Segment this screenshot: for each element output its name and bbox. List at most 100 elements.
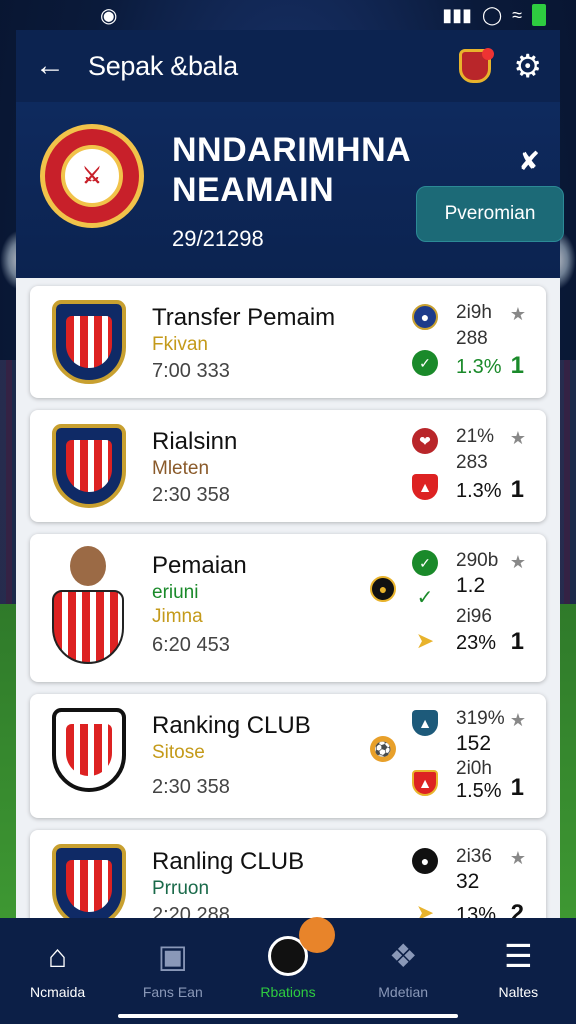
share-icon[interactable]: ✘ (518, 146, 540, 177)
card-subtitle: Fkivan (152, 334, 208, 355)
card-stat: 288 (456, 328, 488, 349)
card-stat: 2i0h (456, 758, 492, 779)
hero-title: NNDARIMHNA NEAMAIN (172, 130, 411, 210)
list-item[interactable]: Ranking CLUB Sitose 2:30 358 ⚽ ▲ ▲ 319% … (30, 694, 546, 818)
nav-label: Naltes (498, 984, 539, 1000)
hero-title-line2: NEAMAIN (172, 171, 335, 209)
card-stat: 152 (456, 732, 492, 755)
card-rank: 2 (510, 900, 524, 920)
check-icon: ✓ (412, 350, 438, 376)
home-icon: ⌂ (47, 938, 68, 974)
list-item[interactable]: Pemaian eriuni Jimna 6:20 453 ● ✓ ✓ ➤ 29… (30, 534, 546, 682)
list-item[interactable]: Rialsinn Mleten 2:30 358 ❤ ▲ 21% 283 1.3… (30, 410, 546, 522)
heart-icon: ❤ (412, 428, 438, 454)
ball-icon: ⚽ (370, 736, 396, 762)
card-percentage: 1.3% (456, 356, 502, 378)
card-subtitle: Prruon (152, 878, 210, 899)
star-icon[interactable]: ★ (510, 552, 526, 573)
ball-icon (267, 917, 335, 976)
card-title: Rialsinn (152, 428, 238, 455)
club-crest-icon (52, 708, 126, 792)
card-time: 6:20 453 (152, 634, 230, 656)
home-indicator[interactable] (118, 1014, 458, 1018)
app-title: Sepak &bala (88, 50, 238, 81)
list-item[interactable]: Transfer Pemaim Fkivan 7:00 333 ● ✓ 2i9h… (30, 286, 546, 398)
card-subtitle: Sitose (152, 742, 205, 763)
nav-label: Mdetian (378, 984, 429, 1000)
card-stat: 21% (456, 426, 495, 447)
card-subtitle-2: Jimna (152, 606, 203, 627)
card-rank: 1 (510, 352, 524, 379)
card-stat: 2i36 (456, 846, 492, 867)
battery-icon (532, 4, 546, 26)
sync-icon: ◯ (481, 4, 503, 25)
arrow-down-icon: ✓ (416, 586, 434, 609)
card-title: Ranling CLUB (152, 848, 305, 875)
club-crest-icon (52, 424, 126, 508)
shield-icon: ▲ (412, 770, 438, 796)
card-percentage: 1.3% (456, 480, 502, 502)
club-mini-icon: ● (412, 304, 438, 330)
card-percentage: 1.5% (456, 780, 502, 802)
compass-icon: ❖ (388, 938, 418, 974)
card-title: Transfer Pemaim (152, 304, 336, 331)
card-stat: 2i96 (456, 606, 492, 627)
club-mini-icon: ● (412, 848, 438, 874)
status-bar: ◉ ▮▮▮ ◯ ≈ (0, 0, 576, 30)
wifi-icon: ≈ (512, 4, 522, 25)
card-rank: 1 (510, 774, 524, 801)
card-time: 2:30 358 (152, 776, 230, 798)
camera-icon: ▣ (157, 938, 188, 974)
hero-title-line1: NNDARIMHNA (172, 131, 412, 169)
ball-icon: ● (370, 576, 396, 602)
hero-date: 29/21298 (172, 226, 264, 251)
list-item[interactable]: Ranling CLUB Prruon 2:20 288 ● ➤ 2i36 32… (30, 830, 546, 920)
card-subtitle: Mleten (152, 458, 210, 479)
star-icon[interactable]: ★ (510, 710, 526, 731)
club-crest-icon (52, 300, 126, 384)
back-arrow-icon[interactable]: ← (34, 49, 66, 83)
star-icon[interactable]: ★ (510, 428, 526, 449)
hero-action-button[interactable]: Pveromian (416, 186, 564, 242)
boot-icon: ➤ (415, 628, 435, 653)
notification-icon: ◉ (100, 4, 118, 27)
card-stat: 1.2 (456, 574, 486, 597)
nav-item-home[interactable]: ⌂ Ncmaida (8, 936, 108, 1000)
menu-icon: ☰ (504, 938, 533, 974)
card-percentage: 23% (456, 632, 497, 654)
app-bar: ← Sepak &bala ⚙ (16, 30, 560, 102)
boot-icon: ➤ (415, 900, 435, 920)
news-list: Transfer Pemaim Fkivan 7:00 333 ● ✓ 2i9h… (30, 286, 546, 920)
star-icon[interactable]: ★ (510, 848, 526, 869)
nav-item-fans[interactable]: ▣ Fans Ean (123, 936, 223, 1000)
nav-label: Rbations (260, 984, 316, 1000)
card-subtitle: eriuni (152, 582, 199, 603)
club-crest-logo: ⚔ (40, 124, 144, 228)
card-stat: 290b (456, 550, 499, 571)
card-rank: 1 (510, 476, 524, 503)
card-rank: 1 (510, 628, 524, 655)
check-icon: ✓ (412, 550, 438, 576)
main-panel: ← Sepak &bala ⚙ ⚔ NNDARIMHNA NEAMAIN 29/… (16, 30, 560, 920)
shield-icon: ▲ (412, 474, 438, 500)
nav-item-matches[interactable]: Rbations (238, 917, 338, 1000)
card-stat: 2i9h (456, 302, 492, 323)
card-title: Ranking CLUB (152, 712, 311, 739)
club-crest-icon (52, 844, 126, 920)
nav-item-menu[interactable]: ☰ Naltes (468, 936, 568, 1000)
star-icon[interactable]: ★ (510, 304, 526, 325)
shield-icon: ▲ (412, 710, 438, 736)
card-time: 2:30 358 (152, 484, 230, 506)
card-stat: 32 (456, 870, 480, 893)
signal-icon: ▮▮▮ (442, 4, 472, 25)
card-title: Pemaian (152, 552, 247, 579)
nav-label: Ncmaida (29, 984, 86, 1000)
gear-icon[interactable]: ⚙ (513, 47, 542, 85)
nav-item-media[interactable]: ❖ Mdetian (353, 936, 453, 1000)
card-time: 7:00 333 (152, 360, 230, 382)
card-stat: 319% (456, 708, 505, 729)
player-avatar (50, 546, 126, 666)
club-badge-icon[interactable] (459, 48, 495, 83)
nav-label: Fans Ean (142, 984, 203, 1000)
card-stat: 283 (456, 452, 488, 473)
